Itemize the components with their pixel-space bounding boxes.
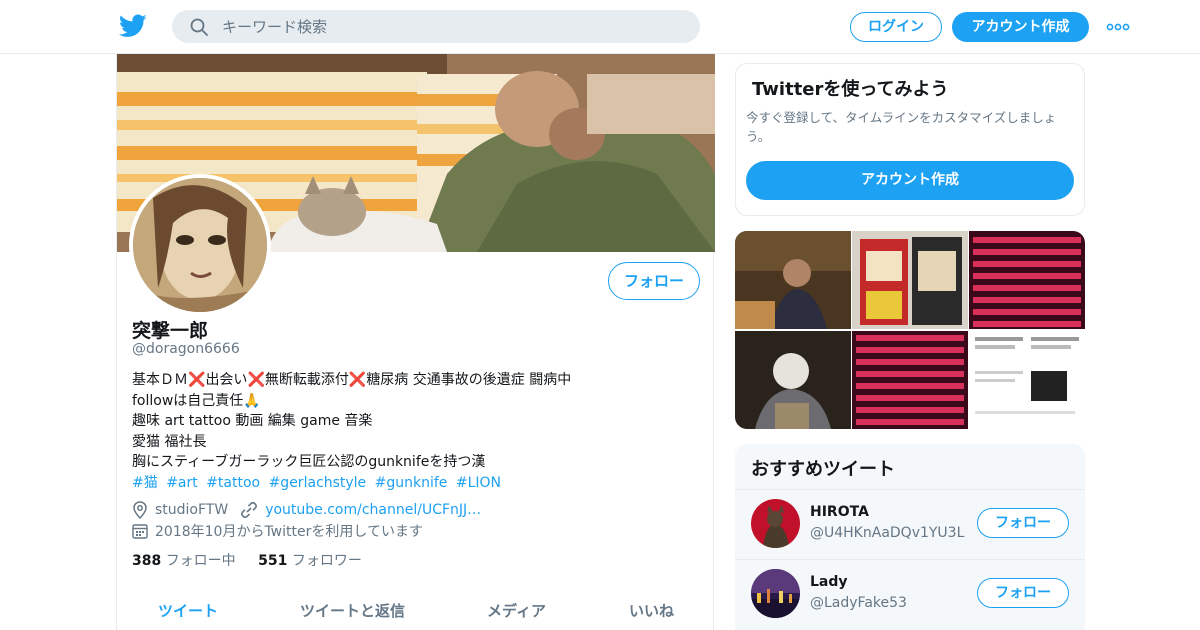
bio-hashtags: #猫 #art #tattoo #gerlachstyle #gunknife … bbox=[132, 473, 692, 494]
profile-avatar[interactable] bbox=[129, 174, 271, 316]
media-thumbnail[interactable] bbox=[735, 331, 851, 429]
profile-joined-date: 2018年10月からTwitterを利用しています bbox=[155, 524, 423, 540]
bio-line-1: 基本ＤＭ❌出会い❌無断転載添付❌糖尿病 交通事故の後遺症 闘病中 bbox=[132, 372, 572, 388]
media-thumbnail[interactable] bbox=[852, 231, 968, 329]
hashtag-link[interactable]: #gerlachstyle bbox=[269, 475, 367, 491]
media-grid bbox=[735, 231, 1085, 429]
recommended-name[interactable]: HIROTA bbox=[810, 504, 869, 520]
profile-location: studioFTW bbox=[155, 502, 229, 518]
hashtag-link[interactable]: #art bbox=[166, 475, 198, 491]
recommended-avatar[interactable] bbox=[751, 499, 800, 548]
profile-column: フォロー 突撃一郎 @doragon6666 基本ＤＭ❌出会い❌無断転載添付❌糖… bbox=[116, 54, 715, 630]
recommended-handle: @U4HKnAaDQv1YU3L bbox=[810, 525, 965, 541]
profile-location-and-url: studioFTW youtube.com/channel/UCFnJJ… bbox=[132, 501, 481, 519]
media-thumbnail[interactable] bbox=[969, 231, 1085, 329]
hashtag-link[interactable]: #gunknife bbox=[375, 475, 448, 491]
bio-line-4: 愛猫 福社長 bbox=[132, 433, 207, 450]
followers-stat[interactable]: 551 フォロワー bbox=[258, 553, 362, 569]
cross-mark-icon: ❌ bbox=[188, 372, 206, 388]
link-icon bbox=[241, 501, 258, 519]
location-icon bbox=[133, 501, 147, 519]
hashtag-link[interactable]: #猫 bbox=[132, 475, 158, 491]
recommended-follow-button[interactable]: フォロー bbox=[977, 508, 1069, 538]
calendar-icon bbox=[132, 524, 148, 539]
profile-url-link[interactable]: youtube.com/channel/UCFnJJ… bbox=[265, 502, 481, 518]
login-button[interactable]: ログイン bbox=[850, 12, 942, 42]
profile-bio: 基本ＤＭ❌出会い❌無断転載添付❌糖尿病 交通事故の後遺症 闘病中 followは… bbox=[132, 370, 692, 493]
tab-tweets-and-replies[interactable]: ツイートと返信 bbox=[300, 600, 405, 621]
recommended-user[interactable]: Lady @LadyFake53 フォロー bbox=[735, 559, 1085, 629]
cross-mark-icon: ❌ bbox=[247, 372, 265, 388]
profile-stats: 388 フォロー中 551 フォロワー bbox=[132, 550, 362, 570]
hashtag-link[interactable]: #LION bbox=[456, 475, 501, 491]
signup-card: Twitterを使ってみよう 今すぐ登録して、タイムラインをカスタマイズしましょ… bbox=[735, 63, 1085, 216]
more-dots-icon[interactable] bbox=[1106, 23, 1130, 31]
profile-name: 突撃一郎 bbox=[132, 320, 209, 342]
bio-line-3: 趣味 art tattoo 動画 編集 game 音楽 bbox=[132, 413, 373, 429]
search-icon bbox=[190, 18, 208, 36]
recommended-handle: @LadyFake53 bbox=[810, 595, 907, 611]
profile-joined: 2018年10月からTwitterを利用しています bbox=[132, 521, 423, 541]
search-box bbox=[172, 10, 700, 43]
cross-mark-icon: ❌ bbox=[348, 372, 367, 388]
recommended-user[interactable]: HIROTA @U4HKnAaDQv1YU3L フォロー bbox=[735, 489, 1085, 559]
signup-card-title: Twitterを使ってみよう bbox=[752, 79, 949, 100]
tab-media[interactable]: メディア bbox=[487, 600, 546, 621]
profile-handle: @doragon6666 bbox=[132, 341, 240, 357]
tab-likes[interactable]: いいね bbox=[629, 600, 674, 621]
top-navigation-bar: ログイン アカウント作成 bbox=[0, 0, 1200, 54]
follow-button[interactable]: フォロー bbox=[608, 262, 700, 300]
profile-tabs: ツイート ツイートと返信 メディア いいね bbox=[117, 590, 715, 630]
media-thumbnail[interactable] bbox=[969, 331, 1085, 429]
tab-tweets[interactable]: ツイート bbox=[158, 600, 218, 621]
bio-line-5: 胸にスティーブガーラック巨匠公認のgunknifeを持つ漢 bbox=[132, 454, 486, 470]
search-input[interactable] bbox=[222, 10, 682, 43]
signup-card-button[interactable]: アカウント作成 bbox=[746, 161, 1074, 200]
signup-button[interactable]: アカウント作成 bbox=[952, 12, 1089, 42]
media-thumbnail[interactable] bbox=[852, 331, 968, 429]
following-stat[interactable]: 388 フォロー中 bbox=[132, 553, 236, 569]
twitter-bird-icon[interactable] bbox=[119, 13, 147, 39]
recommended-follow-button[interactable]: フォロー bbox=[977, 578, 1069, 608]
media-thumbnail[interactable] bbox=[735, 231, 851, 329]
recommended-tweets: おすすめツイート HIROTA @U4HKnAaDQv1YU3L フォロー La… bbox=[735, 444, 1085, 630]
hashtag-link[interactable]: #tattoo bbox=[206, 475, 260, 491]
signup-card-text: 今すぐ登録して、タイムラインをカスタマイズしましょう。 bbox=[746, 110, 1057, 144]
recommended-name[interactable]: Lady bbox=[810, 574, 848, 590]
recommended-title: おすすめツイート bbox=[751, 459, 895, 480]
bio-line-2: followは自己責任🙏 bbox=[132, 392, 261, 409]
recommended-avatar[interactable] bbox=[751, 569, 800, 618]
